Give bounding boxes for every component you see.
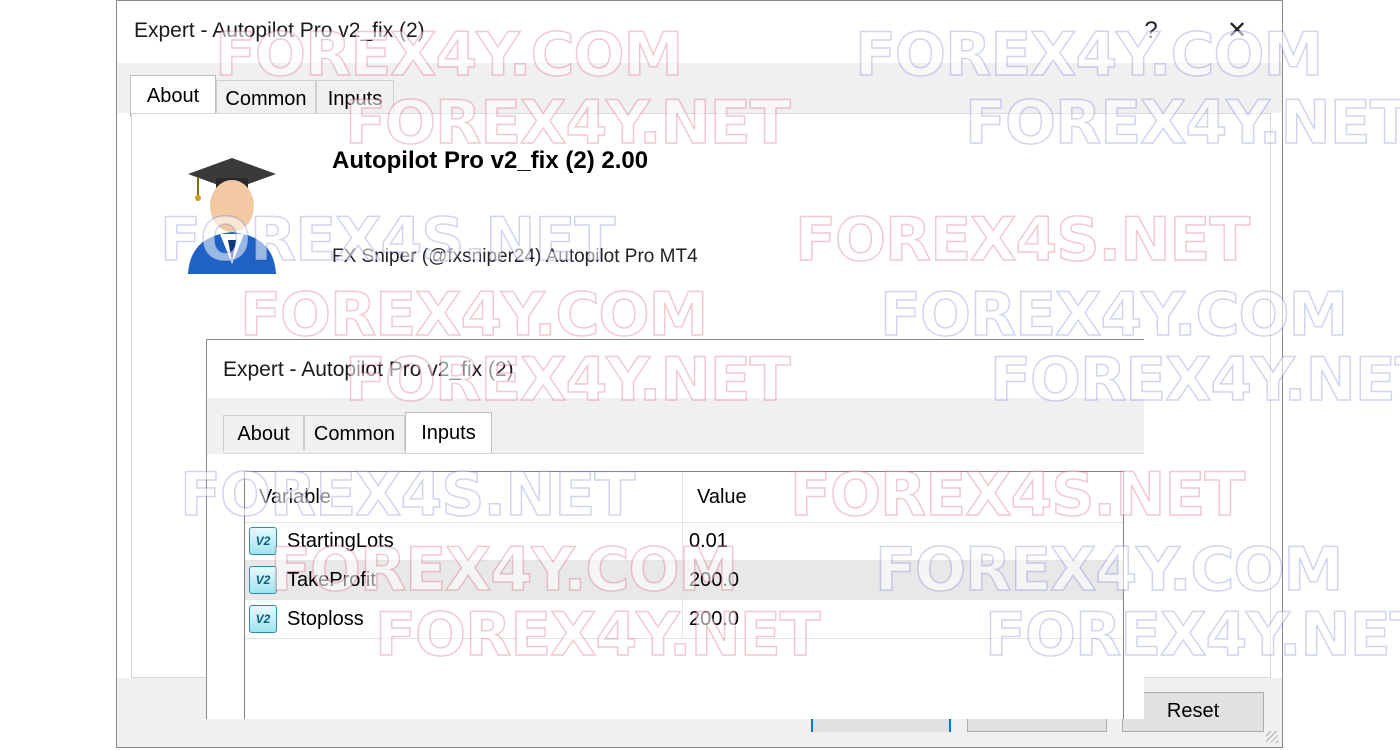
resize-grip[interactable] [1266,731,1278,743]
column-header-variable[interactable]: Variable [245,472,682,522]
tab-common[interactable]: Common [216,80,316,116]
variable-value[interactable]: 200.0 [689,561,739,599]
tab-about[interactable]: About [130,75,216,117]
expert-description: FX Sniper (@fxsniper24) Autopilot Pro MT… [332,246,698,267]
table-row[interactable]: V2 TakeProfit 200.0 [245,561,1123,600]
variable-icon: V2 [249,527,277,555]
expert-dialog-front: Expert - Autopilot Pro v2_fix (2) About … [206,339,1144,719]
variable-icon: V2 [249,605,277,633]
column-header-value[interactable]: Value [682,472,1125,522]
dialog-title: Expert - Autopilot Pro v2_fix (2) [223,358,514,381]
variable-icon: V2 [249,566,277,594]
table-header: Variable Value [245,472,1123,523]
inputs-panel: Variable Value V2 StartingLots 0.01 V2 T… [223,453,1144,719]
table-row[interactable]: V2 StartingLots 0.01 [245,522,1123,561]
inputs-table[interactable]: Variable Value V2 StartingLots 0.01 V2 T… [244,471,1124,719]
expert-name: Autopilot Pro v2_fix (2) 2.00 [332,147,649,174]
variable-name: TakeProfit [287,569,376,591]
close-icon[interactable]: ✕ [1217,13,1257,49]
variable-name: Stoploss [287,608,364,630]
dialog-title: Expert - Autopilot Pro v2_fix (2) [134,19,425,42]
tab-inputs[interactable]: Inputs [316,80,394,116]
variable-value[interactable]: 0.01 [689,522,728,560]
graduate-avatar-icon [188,158,276,274]
title-bar: Expert - Autopilot Pro v2_fix (2) [207,340,1144,398]
variable-value[interactable]: 200.0 [689,600,739,638]
tab-about[interactable]: About [223,415,304,451]
variable-name: StartingLots [287,530,394,552]
tab-strip: About Common Inputs [117,63,1282,117]
table-row[interactable]: V2 Stoploss 200.0 [245,600,1123,639]
tab-strip: About Common Inputs [207,398,1144,454]
title-bar: Expert - Autopilot Pro v2_fix (2) ? ✕ [117,1,1282,63]
tab-common[interactable]: Common [304,415,405,451]
tab-inputs[interactable]: Inputs [405,412,492,454]
help-icon[interactable]: ? [1131,13,1171,49]
